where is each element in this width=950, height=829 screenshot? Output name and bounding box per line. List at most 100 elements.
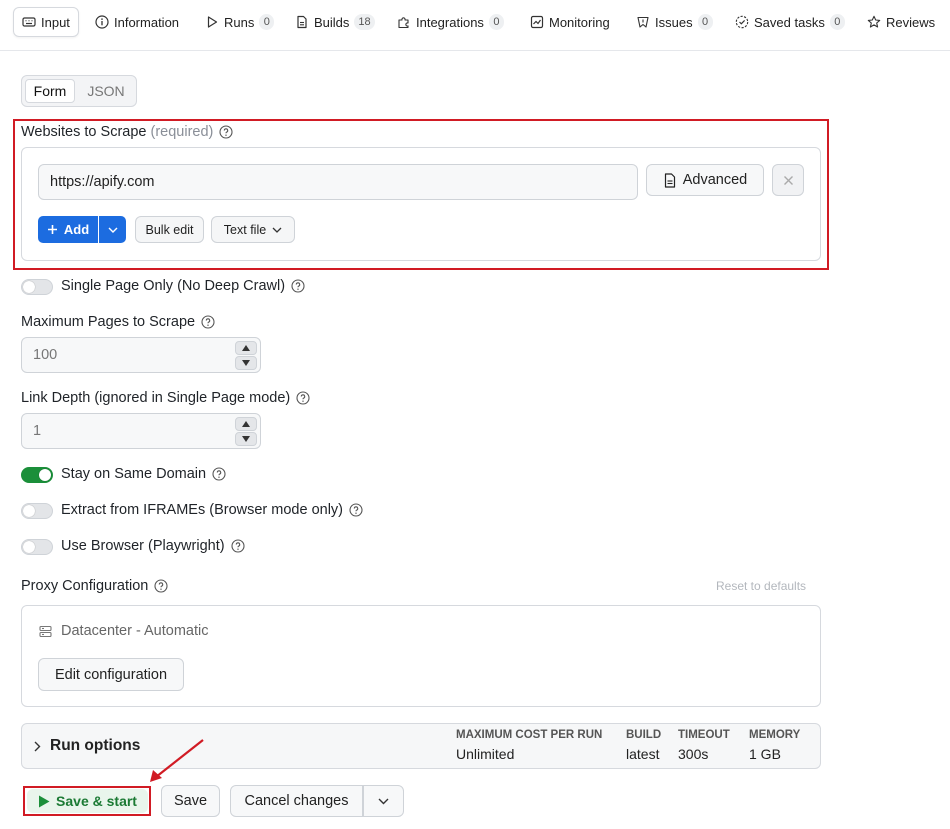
- save-and-start-button[interactable]: Save & start: [27, 789, 148, 813]
- help-icon[interactable]: [349, 503, 363, 517]
- caret-down-icon: [242, 436, 250, 442]
- decrement-button[interactable]: [235, 432, 257, 446]
- saved-tasks-count-badge: 0: [829, 14, 845, 30]
- use-browser-toggle[interactable]: [21, 539, 53, 555]
- tab-information[interactable]: Information: [95, 7, 179, 37]
- help-icon[interactable]: [201, 315, 215, 329]
- tab-builds[interactable]: Builds 18: [295, 7, 375, 37]
- task-check-icon: [735, 15, 749, 29]
- edit-configuration-button[interactable]: Edit configuration: [38, 658, 184, 691]
- same-domain-toggle[interactable]: [21, 467, 53, 483]
- run-options-toggle[interactable]: Run options: [34, 737, 140, 755]
- max-pages-input[interactable]: 100: [21, 337, 261, 373]
- tab-label: Runs: [224, 14, 255, 30]
- link-depth-input[interactable]: 1: [21, 413, 261, 449]
- single-page-label-text: Single Page Only (No Deep Crawl): [61, 278, 286, 294]
- tab-integrations[interactable]: Integrations 0: [397, 7, 504, 37]
- websites-label: Websites to Scrape (required): [21, 124, 233, 140]
- tab-runs[interactable]: Runs 0: [205, 7, 275, 37]
- run-options-title: Run options: [50, 737, 141, 754]
- tab-issues[interactable]: Issues 0: [636, 7, 713, 37]
- caret-up-icon: [242, 421, 250, 427]
- help-icon[interactable]: [219, 125, 233, 139]
- text-file-label: Text file: [223, 222, 267, 237]
- keyboard-icon: [22, 17, 36, 27]
- max-pages-placeholder: 100: [33, 347, 58, 363]
- help-icon[interactable]: [291, 279, 305, 293]
- max-pages-label-text: Maximum Pages to Scrape: [21, 314, 196, 330]
- tab-label: Information: [114, 14, 180, 30]
- tab-label: Monitoring: [549, 14, 610, 30]
- single-page-label: Single Page Only (No Deep Crawl): [61, 278, 305, 294]
- tab-label: Issues: [655, 14, 693, 30]
- puzzle-icon: [398, 17, 409, 29]
- bulk-edit-button[interactable]: Bulk edit: [135, 216, 204, 243]
- url-input[interactable]: https://apify.com: [38, 164, 638, 200]
- tab-reviews[interactable]: Reviews: [867, 7, 935, 37]
- tab-label: Saved tasks: [754, 14, 825, 30]
- link-depth-label: Link Depth (ignored in Single Page mode): [21, 390, 310, 406]
- input-mode-switch: Form JSON: [21, 75, 137, 107]
- integrations-count-badge: 0: [488, 14, 504, 30]
- help-icon[interactable]: [212, 467, 226, 481]
- tab-input[interactable]: Input: [13, 7, 79, 37]
- iframes-toggle[interactable]: [21, 503, 53, 519]
- reset-defaults-link[interactable]: Reset to defaults: [716, 579, 806, 593]
- use-browser-label: Use Browser (Playwright): [61, 538, 245, 554]
- proxy-label-text: Proxy Configuration: [21, 578, 149, 594]
- chevron-down-icon: [108, 227, 117, 233]
- websites-panel: https://apify.com Advanced Add Bulk edit…: [21, 147, 821, 261]
- caret-up-icon: [242, 345, 250, 351]
- tab-saved-tasks[interactable]: Saved tasks 0: [735, 7, 845, 37]
- help-icon[interactable]: [296, 391, 310, 405]
- increment-button[interactable]: [235, 341, 257, 355]
- max-pages-label: Maximum Pages to Scrape: [21, 314, 215, 330]
- info-icon: [95, 15, 109, 29]
- timeout-header: TIMEOUT: [678, 729, 730, 741]
- increment-button[interactable]: [235, 417, 257, 431]
- use-browser-label-text: Use Browser (Playwright): [61, 538, 225, 554]
- form-mode-button[interactable]: Form: [25, 79, 75, 103]
- add-options-dropdown[interactable]: [99, 216, 126, 243]
- actions-dropdown[interactable]: [363, 785, 404, 817]
- advanced-button[interactable]: Advanced: [646, 164, 764, 196]
- runs-count-badge: 0: [259, 14, 275, 30]
- tab-monitoring[interactable]: Monitoring: [530, 7, 610, 37]
- required-note: (required): [150, 124, 214, 140]
- proxy-panel: Datacenter - Automatic Edit configuratio…: [21, 605, 821, 707]
- file-icon: [297, 15, 307, 29]
- text-file-button[interactable]: Text file: [211, 216, 295, 243]
- single-page-toggle[interactable]: [21, 279, 53, 295]
- play-icon: [39, 795, 50, 807]
- max-cost-header: MAXIMUM COST PER RUN: [456, 729, 603, 741]
- advanced-label: Advanced: [682, 172, 748, 188]
- tab-bar: Input Information Runs 0 Builds 18 Integ…: [0, 0, 950, 51]
- builds-count-badge: 18: [354, 14, 375, 30]
- timeout-value: 300s: [678, 746, 709, 762]
- iframes-label: Extract from IFRAMEs (Browser mode only): [61, 502, 363, 518]
- add-label: Add: [63, 222, 90, 237]
- proxy-value: Datacenter - Automatic: [61, 623, 209, 639]
- chevron-down-icon: [378, 798, 389, 804]
- add-url-button[interactable]: Add: [38, 216, 98, 243]
- plus-icon: [47, 225, 57, 234]
- save-button[interactable]: Save: [161, 785, 220, 817]
- websites-label-text: Websites to Scrape: [21, 124, 147, 140]
- memory-header: MEMORY: [749, 729, 801, 741]
- iframes-label-text: Extract from IFRAMEs (Browser mode only): [61, 502, 343, 518]
- issues-count-badge: 0: [697, 14, 713, 30]
- help-icon[interactable]: [154, 579, 168, 593]
- max-cost-value: Unlimited: [456, 746, 515, 762]
- chevron-right-icon: [34, 741, 41, 751]
- cancel-changes-button[interactable]: Cancel changes: [230, 785, 363, 817]
- proxy-summary: Datacenter - Automatic: [39, 623, 209, 639]
- decrement-button[interactable]: [235, 356, 257, 370]
- remove-url-button[interactable]: [772, 164, 804, 196]
- link-depth-placeholder: 1: [33, 423, 42, 439]
- close-icon: [783, 175, 793, 185]
- link-depth-label-text: Link Depth (ignored in Single Page mode): [21, 390, 291, 406]
- tab-label: Input: [41, 14, 70, 30]
- same-domain-label: Stay on Same Domain: [61, 466, 226, 482]
- help-icon[interactable]: [231, 539, 245, 553]
- json-mode-button[interactable]: JSON: [80, 79, 132, 103]
